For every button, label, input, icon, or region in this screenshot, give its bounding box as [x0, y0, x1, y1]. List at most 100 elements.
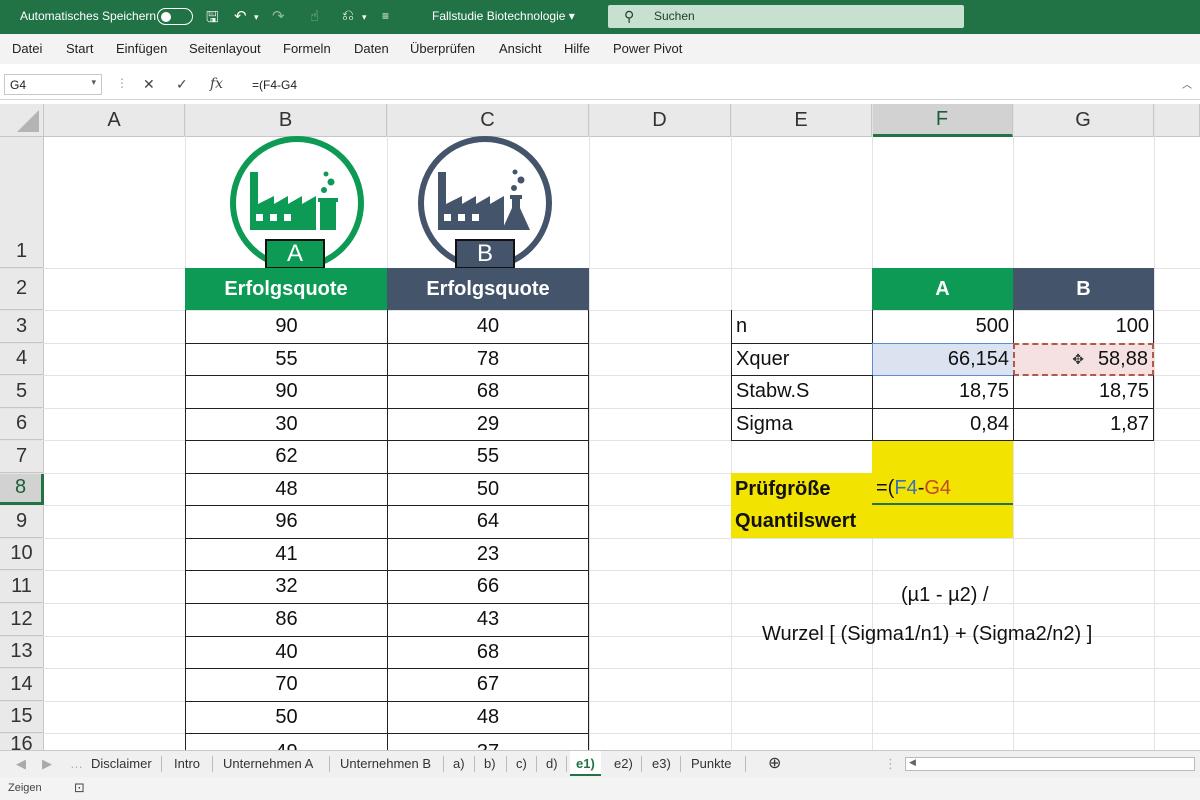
- ribbon-tab-start[interactable]: Start: [66, 41, 93, 56]
- undo-dropdown-icon[interactable]: ▾: [254, 12, 259, 23]
- sheet-tab-b[interactable]: b): [484, 756, 496, 771]
- cell-b8[interactable]: 48: [185, 473, 388, 506]
- cell-b3[interactable]: 90: [185, 310, 388, 344]
- cell-f7[interactable]: [872, 441, 1013, 473]
- row-header-13[interactable]: 13: [0, 636, 44, 668]
- document-title[interactable]: Fallstudie Biotechnologie ▾: [432, 9, 575, 23]
- stats-a-sigma[interactable]: 0,84: [872, 408, 1014, 441]
- ribbon-tab-seitenlayout[interactable]: Seitenlayout: [189, 41, 261, 56]
- formula-input[interactable]: =(F4-G4: [252, 78, 297, 92]
- row-header-3[interactable]: 3: [0, 310, 44, 343]
- expand-formula-icon[interactable]: ︿: [1182, 76, 1192, 91]
- stats-a-n[interactable]: 500: [872, 310, 1014, 344]
- column-header-c[interactable]: C: [387, 104, 589, 137]
- add-sheet-icon[interactable]: ⊕: [768, 753, 781, 773]
- select-all-corner[interactable]: [0, 104, 44, 137]
- customize-dropdown-icon[interactable]: ▾: [362, 12, 367, 23]
- row-header-6[interactable]: 6: [0, 408, 44, 440]
- tab-scroll-right-icon[interactable]: ▶: [42, 756, 52, 772]
- stats-a-xquer[interactable]: 66,154: [872, 343, 1014, 376]
- cell-c15[interactable]: 48: [387, 701, 589, 734]
- cell-b9[interactable]: 96: [185, 505, 388, 539]
- stats-header-b[interactable]: B: [1013, 268, 1154, 310]
- ribbon-tab-formeln[interactable]: Formeln: [283, 41, 331, 56]
- sheet-tab-intro[interactable]: Intro: [174, 756, 200, 771]
- cell-c16[interactable]: 37: [387, 733, 589, 750]
- ribbon-tab-power-pivot[interactable]: Power Pivot: [613, 41, 682, 56]
- insert-function-icon[interactable]: fx: [210, 76, 223, 92]
- column-header-g[interactable]: G: [1013, 104, 1154, 137]
- cell-b5[interactable]: 90: [185, 375, 388, 409]
- row-header-9[interactable]: 9: [0, 505, 44, 538]
- cell-c14[interactable]: 67: [387, 668, 589, 702]
- name-box-dropdown-icon[interactable]: ▾: [91, 77, 96, 88]
- sheet-tab-unternehmen-a[interactable]: Unternehmen A: [223, 756, 313, 771]
- sheet-tab-e3[interactable]: e3): [652, 756, 671, 771]
- ribbon-tab-datei[interactable]: Datei: [12, 41, 42, 56]
- cell-c11[interactable]: 66: [387, 570, 589, 604]
- stats-label-sigma[interactable]: Sigma: [731, 408, 873, 441]
- sheet-tab-e1[interactable]: e1): [570, 751, 601, 776]
- cell-b15[interactable]: 50: [185, 701, 388, 734]
- save-icon[interactable]: 🖫: [206, 7, 219, 32]
- scroll-left-arrow-icon[interactable]: ◀: [909, 757, 916, 768]
- horizontal-scrollbar[interactable]: ◀: [905, 757, 1195, 771]
- cell-b12[interactable]: 86: [185, 603, 388, 637]
- column-header-e[interactable]: E: [731, 104, 872, 137]
- name-box[interactable]: G4 ▾: [4, 74, 102, 95]
- cell-c8[interactable]: 50: [387, 473, 589, 506]
- spreadsheet-grid[interactable]: A B C D E F G 1 2 3 4 5 6 7 8 9 10 11 12…: [0, 104, 1200, 750]
- cell-b6[interactable]: 30: [185, 408, 388, 441]
- row-header-7[interactable]: 7: [0, 440, 44, 473]
- column-header-b[interactable]: B: [185, 104, 387, 137]
- stats-label-xquer[interactable]: Xquer: [731, 343, 873, 376]
- cell-b4[interactable]: 55: [185, 343, 388, 376]
- sheet-tab-disclaimer[interactable]: Disclaimer: [91, 756, 152, 771]
- sheet-tab-d[interactable]: d): [546, 756, 558, 771]
- accessibility-icon[interactable]: ⊡: [74, 780, 85, 796]
- row-header-16[interactable]: 16: [0, 733, 44, 750]
- row-header-1[interactable]: 1: [0, 137, 44, 268]
- enter-icon[interactable]: ✓: [176, 76, 188, 93]
- row-header-8[interactable]: 8: [0, 473, 44, 505]
- sheet-tab-punkte[interactable]: Punkte: [691, 756, 731, 771]
- stats-label-stabw[interactable]: Stabw.S: [731, 375, 873, 409]
- sheet-tab-e2[interactable]: e2): [614, 756, 633, 771]
- cell-b11[interactable]: 32: [185, 570, 388, 604]
- sheet-tab-unternehmen-b[interactable]: Unternehmen B: [340, 756, 431, 771]
- stats-b-stabw[interactable]: 18,75: [1013, 375, 1154, 409]
- cell-b13[interactable]: 40: [185, 636, 388, 669]
- stats-header-a[interactable]: A: [872, 268, 1013, 310]
- cell-b14[interactable]: 70: [185, 668, 388, 702]
- stats-b-sigma[interactable]: 1,87: [1013, 408, 1154, 441]
- cell-b10[interactable]: 41: [185, 538, 388, 571]
- row-header-12[interactable]: 12: [0, 603, 44, 636]
- cell-c6[interactable]: 29: [387, 408, 589, 441]
- row-header-11[interactable]: 11: [0, 570, 44, 603]
- column-header-next[interactable]: [1154, 104, 1200, 137]
- stats-b-xquer[interactable]: ✥ 58,88: [1013, 343, 1154, 376]
- autosave-toggle[interactable]: [157, 8, 193, 25]
- row-header-14[interactable]: 14: [0, 668, 44, 701]
- column-header-d[interactable]: D: [589, 104, 731, 137]
- column-header-a[interactable]: A: [44, 104, 185, 137]
- stats-label-n[interactable]: n: [731, 310, 873, 344]
- stats-b-n[interactable]: 100: [1013, 310, 1154, 344]
- ribbon-tab-ansicht[interactable]: Ansicht: [499, 41, 542, 56]
- cell-c10[interactable]: 23: [387, 538, 589, 571]
- tab-more-icon[interactable]: …: [70, 756, 83, 771]
- qat-more-icon[interactable]: ≡: [382, 9, 389, 23]
- cell-f8-editing[interactable]: =(F4- G4: [872, 473, 1013, 505]
- cell-c7[interactable]: 55: [387, 440, 589, 474]
- cell-b16[interactable]: 49: [185, 733, 388, 750]
- column-header-f[interactable]: F: [872, 104, 1013, 137]
- cell-c9[interactable]: 64: [387, 505, 589, 539]
- cell-c4[interactable]: 78: [387, 343, 589, 376]
- cell-c3[interactable]: 40: [387, 310, 589, 344]
- customize-icon[interactable]: ⎌: [342, 7, 354, 24]
- cell-c12[interactable]: 43: [387, 603, 589, 637]
- row-header-10[interactable]: 10: [0, 538, 44, 570]
- row-header-2[interactable]: 2: [0, 268, 44, 310]
- row-header-4[interactable]: 4: [0, 343, 44, 375]
- sheet-tab-c[interactable]: c): [516, 756, 527, 771]
